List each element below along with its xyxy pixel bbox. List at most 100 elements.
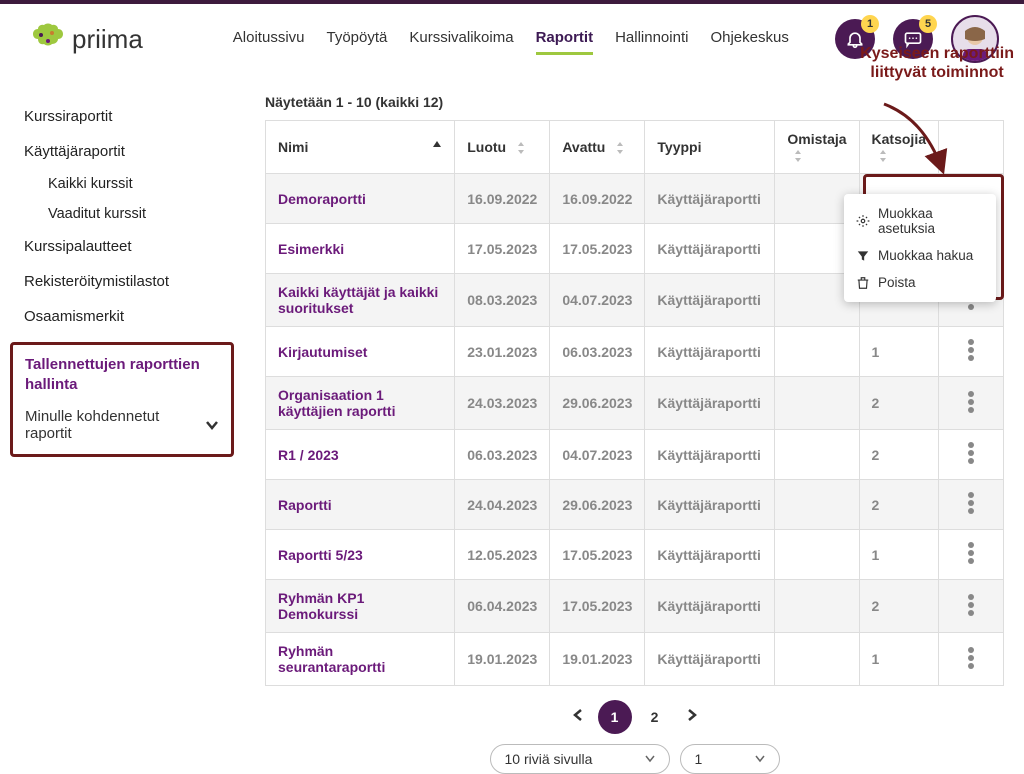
cell-created: 12.05.2023	[455, 530, 550, 580]
cell-created: 17.05.2023	[455, 224, 550, 274]
row-actions-button[interactable]	[968, 337, 974, 363]
results-counter: Näytetään 1 - 10 (kaikki 12)	[265, 94, 1004, 110]
row-actions-menu: Muokkaa asetuksia Muokkaa hakua Poista	[844, 194, 996, 302]
filter-icon	[856, 249, 870, 263]
col-name[interactable]: Nimi	[266, 121, 455, 174]
sidebar-item[interactable]: Vaaditut kurssit	[10, 199, 240, 229]
chevron-down-icon	[205, 420, 219, 430]
cell-opened: 16.09.2022	[550, 174, 645, 224]
cell-created: 24.03.2023	[455, 377, 550, 430]
report-name-link[interactable]: Esimerkki	[266, 224, 455, 274]
report-name-link[interactable]: Ryhmän KP1 Demokurssi	[266, 580, 455, 633]
nav-työpöytä[interactable]: Työpöytä	[327, 23, 388, 55]
row-actions-button[interactable]	[968, 592, 974, 618]
col-owner[interactable]: Omistaja	[775, 121, 859, 174]
chevron-down-icon	[755, 755, 765, 763]
cell-viewers: 2	[859, 580, 938, 633]
messages-badge: 5	[919, 15, 937, 33]
cell-owner	[775, 377, 859, 430]
cell-opened: 29.06.2023	[550, 480, 645, 530]
chevron-left-icon	[572, 708, 584, 722]
brand-logo[interactable]: priima	[30, 23, 143, 55]
row-actions-button[interactable]	[968, 645, 974, 671]
cell-opened: 29.06.2023	[550, 377, 645, 430]
sort-icon	[615, 141, 625, 155]
brain-icon	[30, 23, 66, 55]
col-created[interactable]: Luotu	[455, 121, 550, 174]
sidebar-assigned-reports[interactable]: Minulle kohdennetut raportit	[13, 400, 231, 450]
row-actions-button[interactable]	[968, 440, 974, 466]
chevron-right-icon	[686, 708, 698, 722]
report-name-link[interactable]: Raportti	[266, 480, 455, 530]
cell-opened: 04.07.2023	[550, 274, 645, 327]
table-row: R1 / 202306.03.202304.07.2023Käyttäjärap…	[266, 430, 1004, 480]
cell-type: Käyttäjäraportti	[645, 327, 775, 377]
page-prev[interactable]	[572, 708, 584, 727]
report-name-link[interactable]: Kaikki käyttäjät ja kaikki suoritukset	[266, 274, 455, 327]
col-opened[interactable]: Avattu	[550, 121, 645, 174]
cell-created: 06.04.2023	[455, 580, 550, 633]
sidebar-item[interactable]: Osaamismerkit	[10, 299, 240, 334]
cell-type: Käyttäjäraportti	[645, 530, 775, 580]
report-name-link[interactable]: R1 / 2023	[266, 430, 455, 480]
rows-per-page-select[interactable]: 10 riviä sivulla	[490, 744, 670, 774]
sidebar-item[interactable]: Kurssipalautteet	[10, 229, 240, 264]
sort-icon	[878, 149, 888, 163]
nav-ohjekeskus[interactable]: Ohjekeskus	[710, 23, 788, 55]
cell-type: Käyttäjäraportti	[645, 580, 775, 633]
sidebar-item[interactable]: Kaikki kurssit	[10, 169, 240, 199]
cell-viewers: 1	[859, 633, 938, 686]
page-next[interactable]	[686, 708, 698, 727]
report-name-link[interactable]: Kirjautumiset	[266, 327, 455, 377]
cell-viewers: 2	[859, 377, 938, 430]
page-selects: 10 riviä sivulla 1	[265, 744, 1004, 774]
menu-edit-settings[interactable]: Muokkaa asetuksia	[844, 200, 996, 242]
row-actions-button[interactable]	[968, 490, 974, 516]
sidebar-item[interactable]: Kurssiraportit	[10, 99, 240, 134]
sort-asc-icon	[432, 139, 442, 149]
cell-opened: 17.05.2023	[550, 580, 645, 633]
cell-viewers: 1	[859, 327, 938, 377]
cell-type: Käyttäjäraportti	[645, 274, 775, 327]
row-actions-button[interactable]	[968, 389, 974, 415]
brand-name: priima	[72, 24, 143, 55]
cell-owner	[775, 480, 859, 530]
report-name-link[interactable]: Organisaation 1 käyttäjien raportti	[266, 377, 455, 430]
cell-opened: 06.03.2023	[550, 327, 645, 377]
col-viewers[interactable]: Katsojia	[859, 121, 938, 174]
cell-created: 08.03.2023	[455, 274, 550, 327]
notifications-badge: 1	[861, 15, 879, 33]
nav-aloitussivu[interactable]: Aloitussivu	[233, 23, 305, 55]
row-actions-button[interactable]	[968, 540, 974, 566]
menu-edit-search[interactable]: Muokkaa hakua	[844, 242, 996, 269]
cell-type: Käyttäjäraportti	[645, 224, 775, 274]
cell-owner	[775, 327, 859, 377]
cell-type: Käyttäjäraportti	[645, 377, 775, 430]
col-type[interactable]: Tyyppi	[645, 121, 775, 174]
cell-viewers: 2	[859, 480, 938, 530]
sidebar-highlight: Tallennettujen raporttien hallintaMinull…	[10, 342, 234, 457]
gear-icon	[856, 214, 870, 228]
cell-created: 16.09.2022	[455, 174, 550, 224]
page-2[interactable]: 2	[638, 700, 672, 734]
nav-raportit[interactable]: Raportit	[536, 23, 594, 55]
trash-icon	[856, 276, 870, 290]
col-actions	[939, 121, 1004, 174]
table-row: Organisaation 1 käyttäjien raportti24.03…	[266, 377, 1004, 430]
nav-hallinnointi[interactable]: Hallinnointi	[615, 23, 688, 55]
sidebar-saved-reports[interactable]: Tallennettujen raporttien hallinta	[13, 349, 231, 400]
table-row: Kirjautumiset23.01.202306.03.2023Käyttäj…	[266, 327, 1004, 377]
cell-created: 23.01.2023	[455, 327, 550, 377]
menu-delete[interactable]: Poista	[844, 269, 996, 296]
cell-viewers: 1	[859, 530, 938, 580]
sidebar-item[interactable]: Rekisteröitymistilastot	[10, 264, 240, 299]
report-name-link[interactable]: Ryhmän seurantaraportti	[266, 633, 455, 686]
nav-kurssivalikoima[interactable]: Kurssivalikoima	[409, 23, 513, 55]
report-name-link[interactable]: Demoraportti	[266, 174, 455, 224]
cell-type: Käyttäjäraportti	[645, 480, 775, 530]
page-1[interactable]: 1	[598, 700, 632, 734]
page-number-select[interactable]: 1	[680, 744, 780, 774]
cell-owner	[775, 530, 859, 580]
report-name-link[interactable]: Raportti 5/23	[266, 530, 455, 580]
sidebar-item[interactable]: Käyttäjäraportit	[10, 134, 240, 169]
